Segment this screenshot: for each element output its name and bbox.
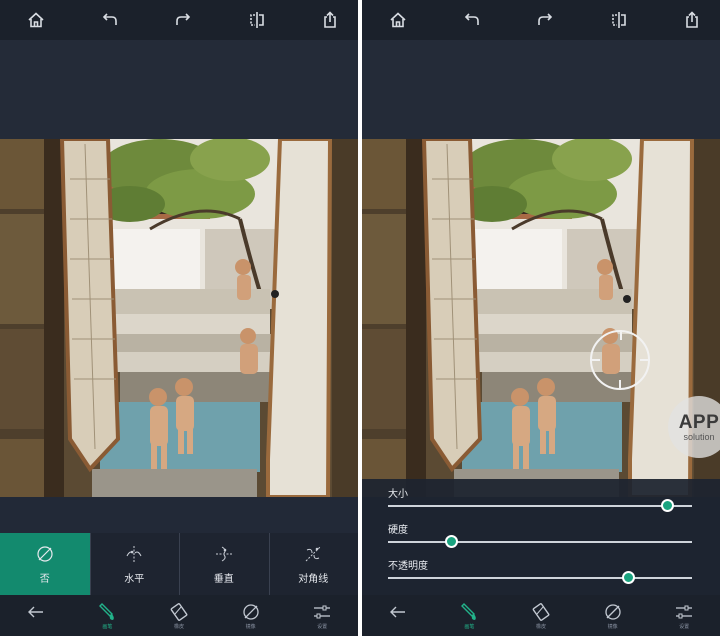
eraser-icon: [532, 602, 550, 621]
nav-mirror[interactable]: 镜像: [583, 602, 643, 630]
nav-back[interactable]: [6, 602, 66, 630]
nav-label: 橡皮: [535, 623, 546, 630]
horizontal-symmetry-icon: [126, 545, 142, 562]
settings-sliders-icon: [314, 605, 331, 618]
option-vertical[interactable]: 垂直: [179, 533, 269, 595]
nav-label: 橡皮: [173, 623, 184, 630]
nav-brush[interactable]: 画笔: [77, 602, 137, 630]
size-knob[interactable]: [661, 499, 675, 512]
size-label: 大小: [388, 489, 408, 500]
nav-back[interactable]: [368, 602, 428, 630]
compare-icon[interactable]: [247, 10, 267, 30]
option-label: 否: [39, 573, 50, 585]
options-header: [0, 497, 358, 533]
right-screen: APP solution 大小 硬度 不透明度 画笔 橡皮 镜像 设置: [362, 0, 720, 636]
nav-label: 设置: [317, 623, 328, 630]
option-label: 水平: [124, 573, 145, 585]
nav-label: 设置: [679, 623, 690, 630]
nav-brush[interactable]: 画笔: [439, 602, 499, 630]
top-toolbar: [0, 0, 358, 40]
opacity-track[interactable]: [388, 577, 692, 579]
watermark-small: solution: [683, 431, 715, 442]
home-icon[interactable]: [26, 10, 46, 30]
opacity-knob[interactable]: [621, 571, 635, 584]
photo-canvas[interactable]: [0, 139, 358, 497]
option-label: 对角线: [298, 573, 329, 585]
left-screen: 否 水平 垂直 对角线 画笔 橡皮 镜像 设置: [0, 0, 358, 636]
hardness-label: 硬度: [388, 525, 408, 536]
share-icon[interactable]: [682, 10, 702, 30]
nav-mirror[interactable]: 镜像: [221, 602, 281, 630]
nav-settings[interactable]: 设置: [292, 602, 352, 630]
canvas-background: [362, 40, 720, 139]
watermark-big: APP: [678, 411, 720, 433]
settings-sliders-icon: [676, 605, 693, 618]
canvas-background: [0, 40, 358, 139]
mirror-icon: [604, 603, 621, 620]
nav-eraser[interactable]: 橡皮: [149, 602, 209, 630]
nav-label: 镜像: [245, 623, 256, 630]
mirror-icon: [242, 603, 259, 620]
eraser-icon: [170, 602, 188, 621]
opacity-label: 不透明度: [388, 561, 428, 572]
photo-canvas[interactable]: [362, 139, 720, 497]
share-icon[interactable]: [320, 10, 340, 30]
nav-label: 镜像: [607, 623, 618, 630]
home-icon[interactable]: [388, 10, 408, 30]
size-track[interactable]: [388, 505, 692, 507]
top-toolbar: [362, 0, 720, 40]
hardness-slider[interactable]: 硬度: [388, 521, 692, 548]
option-horizontal[interactable]: 水平: [89, 533, 180, 595]
bottom-nav: 画笔 橡皮 镜像 设置: [362, 595, 720, 636]
bottom-nav: 画笔 橡皮 镜像 设置: [0, 595, 358, 636]
brush-cursor[interactable]: [590, 330, 650, 390]
undo-icon[interactable]: [462, 10, 482, 30]
back-arrow-icon: [389, 606, 405, 617]
option-label: 垂直: [213, 573, 234, 585]
option-no-symmetry[interactable]: 否: [0, 533, 90, 595]
undo-icon[interactable]: [100, 10, 120, 30]
nav-eraser[interactable]: 橡皮: [511, 602, 571, 630]
size-slider[interactable]: 大小: [388, 485, 692, 512]
nav-label: 画笔: [464, 623, 475, 630]
no-symmetry-icon: [37, 545, 53, 562]
nav-label: 画笔: [102, 623, 113, 630]
brush-icon: [461, 602, 477, 620]
hardness-knob[interactable]: [445, 535, 459, 548]
option-diagonal[interactable]: 对角线: [268, 533, 359, 595]
brush-icon: [99, 602, 115, 620]
vertical-symmetry-icon: [215, 546, 232, 561]
brush-sliders-panel: 大小 硬度 不透明度: [362, 479, 720, 595]
hardness-track[interactable]: [388, 541, 692, 543]
redo-icon[interactable]: [535, 10, 555, 30]
back-arrow-icon: [27, 606, 43, 617]
redo-icon[interactable]: [173, 10, 193, 30]
opacity-slider[interactable]: 不透明度: [388, 557, 692, 584]
symmetry-options: 否 水平 垂直 对角线: [0, 533, 358, 595]
compare-icon[interactable]: [609, 10, 629, 30]
diagonal-symmetry-icon: [305, 546, 321, 561]
nav-settings[interactable]: 设置: [654, 602, 714, 630]
